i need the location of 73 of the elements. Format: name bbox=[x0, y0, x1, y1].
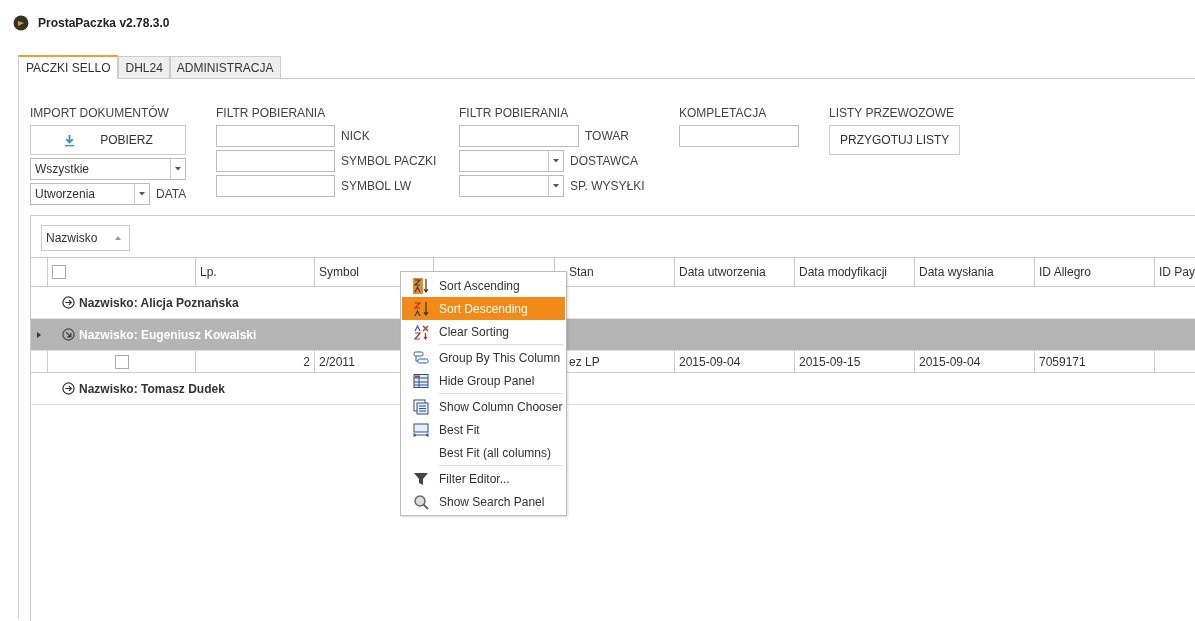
expand-icon[interactable] bbox=[62, 296, 75, 309]
input-field[interactable] bbox=[216, 125, 335, 147]
menu-item[interactable]: Best Fit (all columns) bbox=[402, 441, 565, 464]
caret-icon bbox=[553, 184, 559, 188]
dropdown-field[interactable] bbox=[459, 150, 564, 172]
column-header[interactable]: Data wysłania bbox=[919, 265, 994, 279]
group-chip[interactable]: Nazwisko bbox=[41, 224, 131, 251]
expand-icon[interactable] bbox=[62, 382, 75, 395]
checkbox[interactable] bbox=[114, 354, 129, 369]
group-icon bbox=[412, 349, 429, 366]
input-field[interactable] bbox=[216, 150, 335, 172]
field-label: SYMBOL LW bbox=[341, 179, 411, 193]
dropdown-field[interactable]: Wszystkie bbox=[30, 158, 186, 180]
table-cell: 2015-09-15 bbox=[799, 354, 861, 369]
section-label: KOMPLETACJA bbox=[679, 106, 768, 120]
section-label: FILTR POBIERANIA bbox=[216, 106, 327, 120]
input-field[interactable] bbox=[459, 125, 579, 147]
sort-descending-icon bbox=[412, 300, 429, 317]
search-icon bbox=[412, 493, 429, 510]
menu-item[interactable]: Best Fit bbox=[402, 418, 565, 441]
field-label: DOSTAWCA bbox=[570, 154, 638, 168]
input-field[interactable] bbox=[216, 175, 335, 197]
sort-ascending-icon bbox=[412, 277, 429, 294]
section-label: LISTY PRZEWOZOWE bbox=[829, 106, 956, 120]
column-header[interactable]: Stan bbox=[569, 265, 594, 279]
field-label: TOWAR bbox=[585, 129, 629, 143]
sort-arrow-icon bbox=[115, 235, 122, 240]
table-cell: 7059171 bbox=[1039, 354, 1086, 369]
column-header[interactable]: Symbol bbox=[319, 265, 359, 279]
column-header[interactable]: Data modyfikacji bbox=[799, 265, 888, 279]
tab[interactable]: ADMINISTRACJA bbox=[169, 56, 281, 78]
group-label: Nazwisko: Eugeniusz Kowalski bbox=[79, 327, 257, 342]
expand-icon[interactable] bbox=[62, 328, 75, 341]
caret-icon bbox=[175, 167, 181, 171]
app-logo-icon bbox=[13, 15, 29, 31]
table-cell: 2015-09-04 bbox=[919, 354, 981, 369]
group-label: Nazwisko: Alicja Poznańska bbox=[79, 295, 239, 310]
filter-icon bbox=[412, 470, 429, 487]
column-header[interactable]: ID Allegro bbox=[1039, 265, 1092, 279]
table-cell: 2015-09-04 bbox=[679, 354, 741, 369]
panel-icon bbox=[412, 372, 429, 389]
caret-icon bbox=[139, 192, 145, 196]
menu-item[interactable]: Show Search Panel bbox=[402, 490, 565, 513]
column-header[interactable]: Data utworzenia bbox=[679, 265, 766, 279]
download-icon bbox=[63, 133, 77, 147]
table-cell: 2 bbox=[303, 354, 310, 369]
window-title: ProstaPaczka v2.78.3.0 bbox=[38, 16, 170, 30]
section-label: IMPORT DOKUMENTÓW bbox=[30, 106, 170, 120]
download-button[interactable]: POBIERZ bbox=[30, 125, 186, 155]
column-header[interactable]: ID Pay bbox=[1159, 265, 1195, 279]
clear-sorting-icon bbox=[412, 323, 429, 340]
input-field[interactable] bbox=[679, 125, 799, 147]
section-label: FILTR POBIERANIA bbox=[459, 106, 570, 120]
menu-item[interactable]: Filter Editor... bbox=[402, 467, 565, 490]
best-fit-icon bbox=[412, 421, 429, 438]
prepare-button[interactable]: PRZYGOTUJ LISTY bbox=[829, 125, 961, 155]
field-label: SP. WYSYŁKI bbox=[570, 179, 645, 193]
menu-item[interactable]: Clear Sorting bbox=[402, 320, 565, 343]
dropdown-field[interactable] bbox=[459, 175, 564, 197]
group-label: Nazwisko: Tomasz Dudek bbox=[79, 381, 225, 396]
field-label: DATA bbox=[156, 187, 187, 201]
field-label: SYMBOL PACZKI bbox=[341, 154, 437, 168]
tab[interactable]: DHL24 bbox=[118, 56, 170, 78]
checkbox[interactable] bbox=[52, 265, 66, 279]
table-cell: ez LP bbox=[569, 354, 600, 369]
column-header[interactable]: Lp. bbox=[200, 265, 217, 279]
column-chooser-icon bbox=[412, 398, 429, 415]
caret-icon bbox=[553, 159, 559, 163]
dropdown-field[interactable]: Utworzenia bbox=[30, 183, 150, 205]
row-indicator-icon bbox=[37, 331, 41, 338]
table-cell: 2/2011 bbox=[319, 354, 355, 369]
field-label: NICK bbox=[341, 129, 370, 143]
tab[interactable]: PACZKI SELLO bbox=[18, 55, 119, 79]
